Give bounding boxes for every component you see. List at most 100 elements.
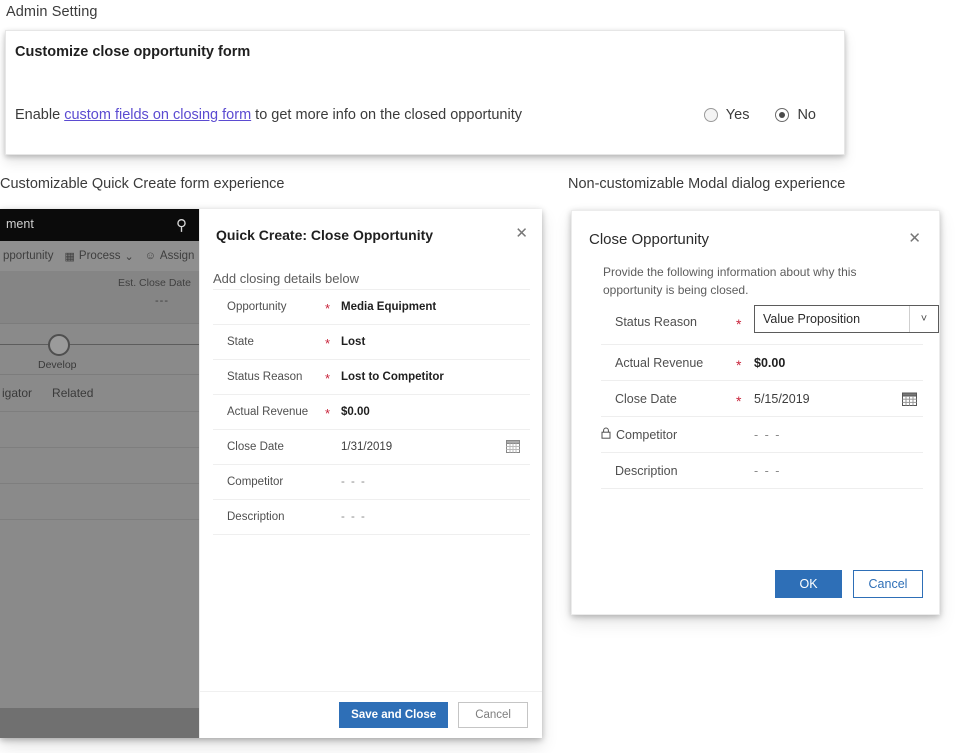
required-asterisk: * [736,320,754,324]
status-reason-select[interactable]: Value Proposition ˅ [754,305,939,333]
bpf-stage-label: Develop [38,359,77,371]
business-process-flow: Develop [0,323,199,375]
field-label-description-text: Description [615,464,678,478]
search-icon[interactable]: ⚲ [176,216,187,234]
field-row-state[interactable]: State * Lost [213,325,530,360]
close-icon[interactable]: ✕ [515,226,528,241]
required-asterisk: * [325,410,341,414]
caption-modal-dialog: Non-customizable Modal dialog experience [568,176,845,192]
app-form-row: now. [0,483,199,520]
command-process[interactable]: ▦ Process ⌄ [65,250,134,263]
close-icon[interactable]: ✕ [908,231,921,246]
field-row-actual-revenue[interactable]: Actual Revenue * $0.00 [601,345,923,381]
required-asterisk-placeholder [325,480,341,484]
radio-circle-no[interactable] [775,108,789,122]
field-value-state[interactable]: Lost [341,336,365,348]
field-row-competitor[interactable]: Competitor - - - [601,417,923,453]
field-row-opportunity[interactable]: Opportunity * Media Equipment [213,289,530,325]
field-label-actual-revenue: Actual Revenue [601,356,736,370]
field-value-close-date[interactable]: 5/15/2019 [754,392,810,406]
quick-create-panel: Quick Create: Close Opportunity ✕ Add cl… [199,209,542,738]
modal-description: Provide the following information about … [603,263,903,299]
desc-suffix: to get more info on the closed opportuni… [251,107,522,123]
field-value-competitor[interactable]: - - - [341,476,366,488]
app-body-area [0,519,199,709]
custom-fields-link[interactable]: custom fields on closing form [64,107,251,123]
required-asterisk-placeholder [325,445,341,449]
required-asterisk: * [736,361,754,365]
field-label-status-reason-text: Status Reason [615,315,697,329]
radio-option-yes[interactable]: Yes [704,107,750,123]
command-assign[interactable]: ☺ Assign [145,250,195,262]
field-row-status-reason[interactable]: Status Reason * Lost to Competitor [213,360,530,395]
process-icon: ▦ [65,250,75,263]
field-row-close-date[interactable]: Close Date 1/31/2019 [213,430,530,465]
field-label-status-reason: Status Reason [213,371,325,383]
cancel-button[interactable]: Cancel [853,570,923,598]
app-header-fields: Est. Close Date --- [0,271,199,323]
lock-icon [601,427,611,442]
admin-card-title: Customize close opportunity form [15,44,250,60]
enable-custom-fields-radio-group[interactable]: Yes No [704,107,830,123]
tab-navigator[interactable]: igator [2,386,32,400]
field-label-close-date: Close Date [601,392,736,406]
field-label-close-date: Close Date [213,441,325,453]
app-footer-bar [0,708,199,738]
admin-setting-row: Enable custom fields on closing form to … [15,107,830,123]
required-asterisk-placeholder [736,469,754,473]
cancel-button[interactable]: Cancel [458,702,528,728]
required-asterisk: * [325,375,341,379]
assign-user-icon: ☺ [145,250,156,262]
est-close-date-value: --- [155,295,169,307]
ok-button[interactable]: OK [775,570,842,598]
field-row-close-date[interactable]: Close Date * 5/15/2019 [601,381,923,417]
bpf-stage-node[interactable] [48,334,70,356]
field-value-description[interactable]: - - - [754,464,781,478]
est-close-date-label: Est. Close Date [118,277,191,289]
field-value-actual-revenue[interactable]: $0.00 [341,406,370,418]
radio-option-no[interactable]: No [775,107,816,123]
calendar-icon[interactable] [902,391,917,406]
close-opportunity-modal: Close Opportunity ✕ Provide the followin… [571,210,940,615]
command-opportunity[interactable]: pportunity [3,250,54,262]
radio-label-no: No [797,107,816,123]
field-label-opportunity: Opportunity [213,301,325,313]
modal-footer: OK Cancel [572,570,941,598]
admin-setting-description: Enable custom fields on closing form to … [15,107,522,123]
field-value-status-reason[interactable]: Lost to Competitor [341,371,444,383]
save-and-close-button[interactable]: Save and Close [339,702,448,728]
field-row-description[interactable]: Description - - - [601,453,923,489]
admin-setting-heading: Admin Setting [6,4,98,20]
field-value-opportunity[interactable]: Media Equipment [341,301,436,313]
app-form-row [0,411,199,448]
required-asterisk: * [325,340,341,344]
field-value-actual-revenue[interactable]: $0.00 [754,356,785,370]
field-value-close-date[interactable]: 1/31/2019 [341,441,392,453]
tab-related[interactable]: Related [52,386,93,400]
field-label-actual-revenue-text: Actual Revenue [615,356,703,370]
calendar-icon[interactable] [506,439,520,453]
command-assign-label: Assign [160,250,195,262]
bpf-track [0,344,199,345]
field-label-competitor-text: Competitor [616,428,677,442]
field-row-status-reason[interactable]: Status Reason * Value Proposition ˅ [601,300,923,345]
field-value-competitor: - - - [754,428,781,442]
desc-prefix: Enable [15,107,64,123]
radio-circle-yes[interactable] [704,108,718,122]
field-row-actual-revenue[interactable]: Actual Revenue * $0.00 [213,395,530,430]
app-command-bar: pportunity ▦ Process ⌄ ☺ Assign [0,241,199,271]
command-opportunity-label: pportunity [3,250,54,262]
app-topbar-title: ment [6,217,34,231]
chevron-down-icon[interactable]: ˅ [909,306,938,332]
field-row-description[interactable]: Description - - - [213,500,530,535]
quick-create-footer: Save and Close Cancel [200,691,542,738]
quick-create-field-list: Opportunity * Media Equipment State * Lo… [213,289,530,535]
chevron-down-icon[interactable]: ⌄ [124,250,133,263]
caption-quick-create: Customizable Quick Create form experienc… [0,176,284,192]
field-value-description[interactable]: - - - [341,511,366,523]
field-row-competitor[interactable]: Competitor - - - [213,465,530,500]
field-label-actual-revenue: Actual Revenue [213,406,325,418]
quick-create-title: Quick Create: Close Opportunity [216,227,433,243]
quick-create-screenshot: ment ⚲ pportunity ▦ Process ⌄ ☺ Assign E… [0,209,542,738]
quick-create-subtitle: Add closing details below [213,271,359,286]
